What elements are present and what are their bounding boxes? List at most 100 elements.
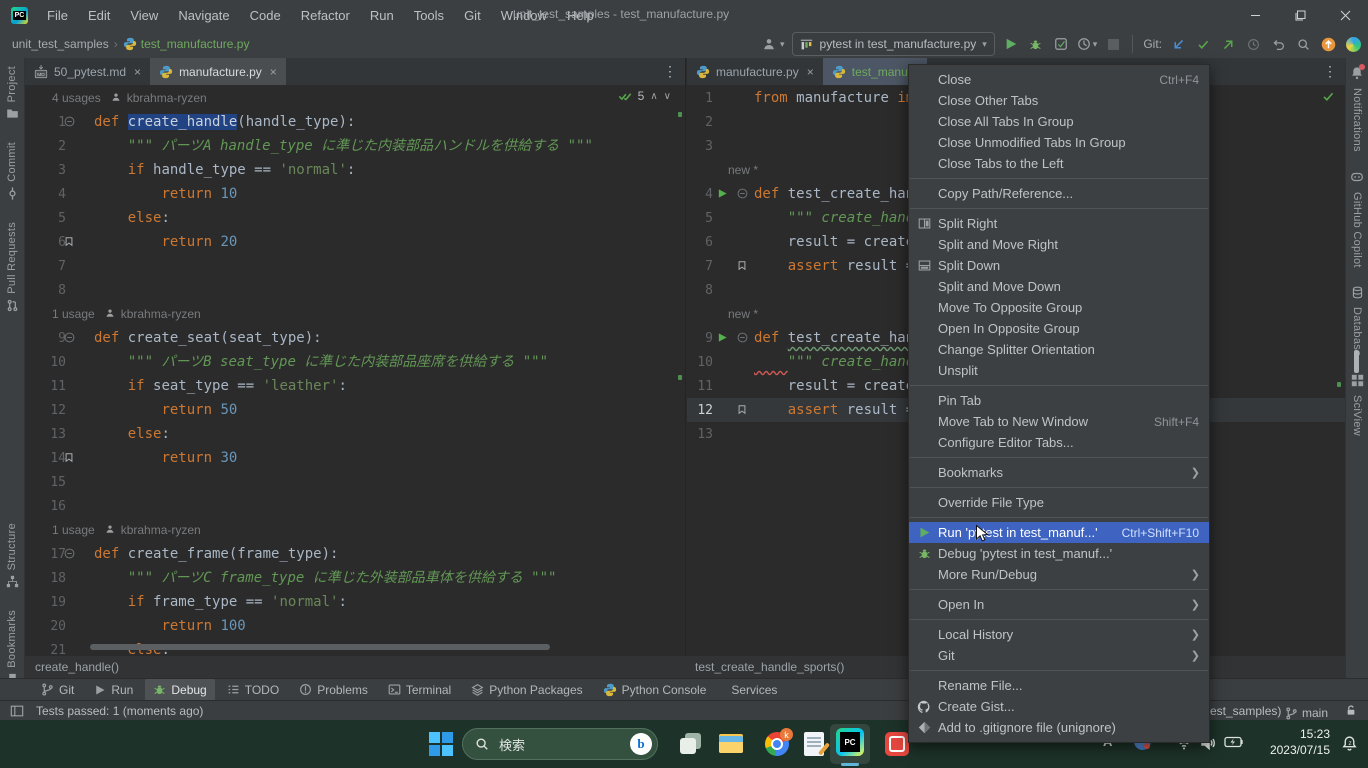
menu-item-override-file-type[interactable]: Override File Type	[909, 492, 1209, 513]
menu-navigate[interactable]: Navigate	[169, 5, 238, 26]
menu-item-close-tabs-to-the-left[interactable]: Close Tabs to the Left	[909, 153, 1209, 174]
menu-item-split-and-move-down[interactable]: Split and Move Down	[909, 276, 1209, 297]
menu-tools[interactable]: Tools	[405, 5, 453, 26]
sidebar-item-bookmarks[interactable]: Bookmarks	[6, 610, 19, 686]
code-line[interactable]: 4 return 10	[25, 182, 685, 206]
sidebar-item-github-copilot[interactable]: GitHub Copilot	[1350, 170, 1364, 268]
sidebar-item-notifications[interactable]: Notifications	[1350, 66, 1364, 152]
toolwindow-run[interactable]: Run	[86, 679, 141, 701]
chevron-up-icon[interactable]: ∧	[650, 91, 657, 102]
menu-item-run-pytest-in-test-manuf[interactable]: Run 'pytest in test_manuf...'Ctrl+Shift+…	[909, 522, 1209, 543]
horizontal-scrollbar[interactable]	[90, 644, 550, 650]
menu-item-close-all-tabs-in-group[interactable]: Close All Tabs In Group	[909, 111, 1209, 132]
menu-item-close[interactable]: CloseCtrl+F4	[909, 69, 1209, 90]
status-message[interactable]: Tests passed: 1 (moments ago)	[36, 704, 203, 718]
breadcrumb-file[interactable]: test_manufacture.py	[139, 37, 252, 51]
menu-item-copy-path-reference[interactable]: Copy Path/Reference...	[909, 183, 1209, 204]
profiler-button[interactable]: ▾	[1077, 37, 1098, 51]
left-editor-breadcrumb[interactable]: create_handle()	[35, 660, 119, 674]
menu-item-close-other-tabs[interactable]: Close Other Tabs	[909, 90, 1209, 111]
code-line[interactable]: 9def create_seat(seat_type):	[25, 326, 685, 350]
menu-item-move-to-opposite-group[interactable]: Move To Opposite Group	[909, 297, 1209, 318]
usages-hint[interactable]: 1 usage	[52, 307, 95, 321]
sidebar-item-pull-requests[interactable]: Pull Requests	[6, 222, 19, 312]
fold-icon[interactable]	[737, 332, 748, 343]
menu-item-debug-pytest-in-test-manuf[interactable]: Debug 'pytest in test_manuf...'	[909, 543, 1209, 564]
editor-left-group[interactable]: MD50_pytest.md×manufacture.py×⋮ 4 usages…	[25, 58, 686, 656]
tab-manufacture-py[interactable]: manufacture.py×	[687, 58, 823, 85]
toolwindow-python-console[interactable]: Python Console	[595, 679, 715, 701]
fold-icon[interactable]	[64, 116, 75, 127]
usages-hint[interactable]: 1 usage	[52, 523, 95, 537]
code-line[interactable]: 3 if handle_type == 'normal':	[25, 158, 685, 182]
toolwindow-todo[interactable]: TODO	[219, 679, 287, 701]
toolwindow-terminal[interactable]: Terminal	[380, 679, 459, 701]
rollback-icon[interactable]	[1269, 34, 1287, 54]
menu-view[interactable]: View	[121, 5, 167, 26]
menu-item-change-splitter-orientation[interactable]: Change Splitter Orientation	[909, 339, 1209, 360]
menu-item-split-right[interactable]: Split Right	[909, 213, 1209, 234]
toolwindow-problems[interactable]: Problems	[291, 679, 376, 701]
toolwindow-services[interactable]: Services	[718, 679, 785, 701]
run-line-icon[interactable]	[717, 332, 728, 343]
toolwindow-git[interactable]: Git	[33, 679, 82, 701]
search-everywhere-icon[interactable]	[1294, 34, 1312, 54]
menu-edit[interactable]: Edit	[79, 5, 119, 26]
commit-button[interactable]	[1194, 34, 1212, 54]
right-editor-breadcrumb[interactable]: test_create_handle_sports()	[695, 660, 844, 674]
clock-widget[interactable]: 15:23 2023/07/15	[1270, 726, 1330, 758]
menu-item-local-history[interactable]: Local History❯	[909, 624, 1209, 645]
code-line[interactable]: 13 else:	[25, 422, 685, 446]
menu-item-configure-editor-tabs[interactable]: Configure Editor Tabs...	[909, 432, 1209, 453]
right-tab-options-kebab-icon[interactable]: ⋮	[1323, 63, 1337, 80]
menu-item-open-in-opposite-group[interactable]: Open In Opposite Group	[909, 318, 1209, 339]
maximize-button[interactable]	[1278, 0, 1323, 30]
sidebar-item-sciview[interactable]: SciView	[1351, 374, 1364, 436]
code-line[interactable]: 11 if seat_type == 'leather':	[25, 374, 685, 398]
menu-item-more-run-debug[interactable]: More Run/Debug❯	[909, 564, 1209, 585]
sidebar-item-structure[interactable]: Structure	[6, 523, 19, 588]
menu-item-git[interactable]: Git❯	[909, 645, 1209, 666]
push-button[interactable]	[1219, 34, 1237, 54]
debug-button[interactable]	[1027, 34, 1045, 54]
code-line[interactable]: 1def create_handle(handle_type):	[25, 110, 685, 134]
breadcrumb-project[interactable]: unit_test_samples	[10, 37, 111, 51]
tab-manufacture-py[interactable]: manufacture.py×	[150, 58, 286, 85]
battery-icon[interactable]	[1224, 736, 1244, 748]
menu-item-rename-file[interactable]: Rename File...	[909, 675, 1209, 696]
code-line[interactable]: 12 return 50	[25, 398, 685, 422]
close-tab-icon[interactable]: ×	[270, 65, 277, 79]
menu-code[interactable]: Code	[241, 5, 290, 26]
run-with-coverage-button[interactable]	[1052, 34, 1070, 54]
lock-icon[interactable]	[1345, 704, 1357, 717]
menu-run[interactable]: Run	[361, 5, 403, 26]
menu-refactor[interactable]: Refactor	[292, 5, 359, 26]
sidebar-item-database[interactable]: Database	[1351, 286, 1364, 357]
run-button[interactable]	[1002, 34, 1020, 54]
code-line[interactable]: 5 else:	[25, 206, 685, 230]
inspections-widget[interactable]: 5∧∨	[618, 89, 671, 103]
code-line[interactable]: 8	[25, 278, 685, 302]
code-vision-row[interactable]: 4 usageskbrahma-ryzen5∧∨	[25, 86, 685, 110]
ide-update-icon[interactable]	[1319, 34, 1337, 54]
menu-item-create-gist[interactable]: Create Gist...	[909, 696, 1209, 717]
notification-bell-icon[interactable]: z	[1341, 735, 1358, 752]
run-configuration-select[interactable]: pytest in test_manufacture.py ▾	[792, 32, 995, 56]
menu-item-bookmarks[interactable]: Bookmarks❯	[909, 462, 1209, 483]
run-line-icon[interactable]	[717, 188, 728, 199]
code-line[interactable]: 16	[25, 494, 685, 518]
chrome-icon[interactable]: k	[763, 730, 791, 758]
close-button[interactable]	[1323, 0, 1368, 30]
menu-item-add-to-gitignore-file-unignore[interactable]: Add to .gitignore file (unignore)	[909, 717, 1209, 738]
menu-item-move-tab-to-new-window[interactable]: Move Tab to New WindowShift+F4	[909, 411, 1209, 432]
left-tab-options-kebab-icon[interactable]: ⋮	[663, 63, 677, 80]
start-button[interactable]	[427, 730, 455, 758]
fold-icon[interactable]	[64, 548, 75, 559]
menu-item-split-down[interactable]: Split Down	[909, 255, 1209, 276]
menu-item-close-unmodified-tabs-in-group[interactable]: Close Unmodified Tabs In Group	[909, 132, 1209, 153]
vertical-scrollbar[interactable]	[1354, 350, 1359, 373]
code-line[interactable]: 19 if frame_type == 'normal':	[25, 590, 685, 614]
red-app-icon[interactable]	[883, 730, 911, 758]
code-line[interactable]: 17def create_frame(frame_type):	[25, 542, 685, 566]
code-line[interactable]: 7	[25, 254, 685, 278]
